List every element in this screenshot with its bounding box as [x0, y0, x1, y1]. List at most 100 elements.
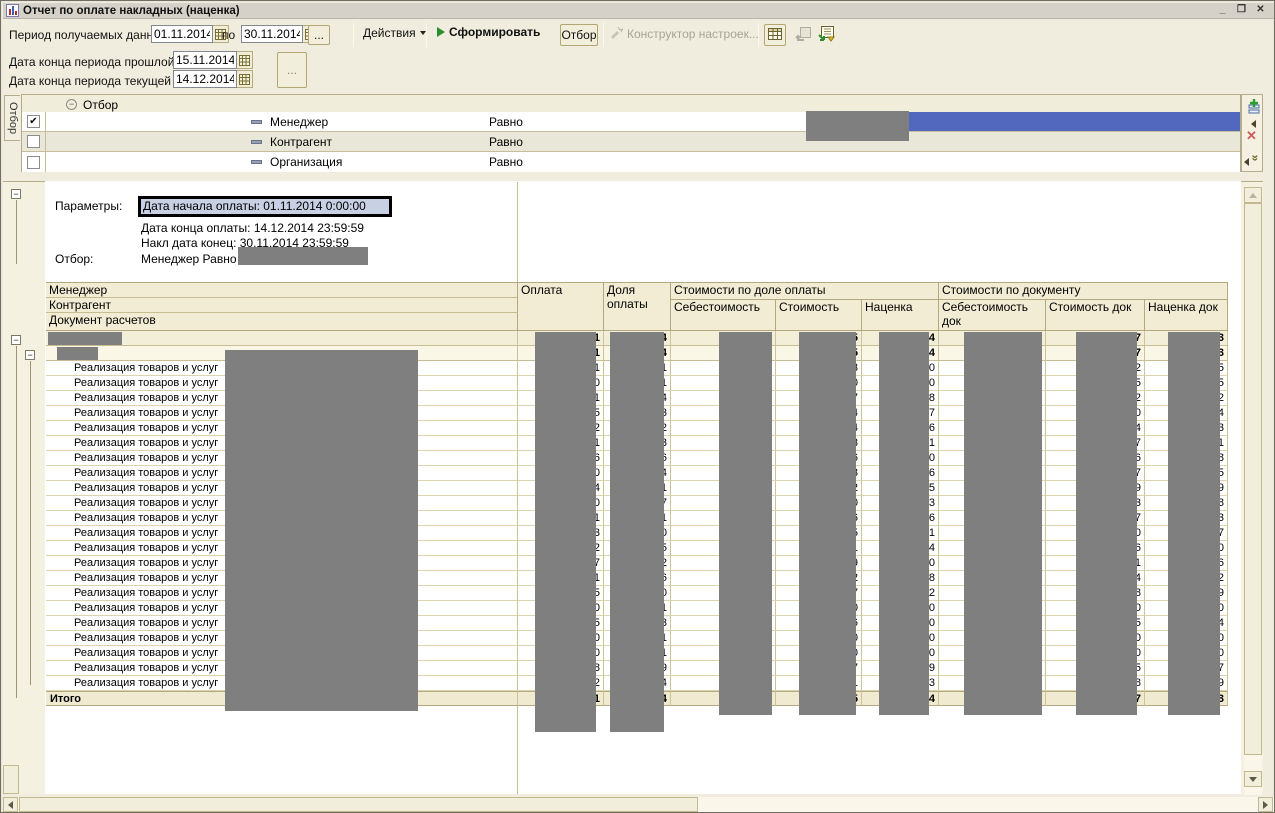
filter-toggle-button[interactable]: Отбор — [560, 24, 598, 46]
scroll-up-button[interactable] — [1244, 187, 1262, 203]
redaction-block — [48, 332, 122, 345]
header-cost-share[interactable]: Себестоимость — [671, 300, 776, 331]
collapse-icon[interactable]: − — [66, 99, 77, 110]
redaction-block — [964, 332, 1042, 715]
horizontal-scrollbar[interactable] — [3, 797, 1274, 812]
header-markup-doc[interactable]: Наценка док — [1145, 300, 1228, 331]
redaction-block — [57, 347, 98, 360]
minimize-button[interactable]: _ — [1215, 4, 1230, 17]
redaction-block — [879, 332, 929, 715]
filter-condition[interactable]: Равно — [489, 155, 523, 169]
filter-item-icon — [251, 120, 262, 124]
arrow-left-icon[interactable] — [1251, 120, 1256, 128]
header-markup-share[interactable]: Наценка — [862, 300, 939, 331]
horizontal-scroll-thumb[interactable] — [19, 797, 698, 812]
redaction-block — [238, 247, 368, 265]
table-settings-button[interactable] — [764, 24, 786, 46]
filter-row-contragent[interactable]: Контрагент Равно — [22, 132, 1240, 152]
header-value-share[interactable]: Стоимость — [776, 300, 862, 331]
scroll-down-button[interactable] — [1244, 771, 1262, 787]
dates-ellipsis-button[interactable]: ... — [277, 52, 307, 88]
window-title: Отчет по оплате накладных (наценка) — [23, 5, 240, 17]
sheet-corner-stub — [3, 765, 19, 794]
header-share[interactable]: Доля оплаты — [604, 282, 671, 331]
checkbox-checked[interactable]: ✔ — [27, 115, 40, 128]
group-line — [30, 361, 31, 685]
header-cost-doc[interactable]: Себестоимость док — [939, 300, 1046, 331]
header-value-doc[interactable]: Стоимость док — [1046, 300, 1145, 331]
arrow-down-icon — [1249, 777, 1257, 782]
to-label: по — [222, 26, 235, 44]
scroll-left-button[interactable] — [3, 797, 18, 812]
chevrons-down-icon[interactable]: » — [1248, 155, 1262, 162]
group-line — [16, 346, 17, 698]
header-group-share[interactable]: Стоимости по доле оплаты — [671, 282, 939, 300]
filter-condition[interactable]: Равно — [489, 135, 523, 149]
title-bar[interactable]: Отчет по оплате накладных (наценка) _ ❐ … — [3, 3, 1274, 19]
filter-side-tab[interactable]: Отбор — [4, 95, 20, 141]
selected-param-cell[interactable]: Дата начала оплаты: 01.11.2014 0:00:00 — [138, 196, 392, 217]
delete-filter-icon[interactable]: ✕ — [1246, 128, 1257, 144]
vertical-scrollbar[interactable] — [1244, 187, 1262, 795]
app-chart-icon — [6, 4, 19, 17]
params-label: Параметры: — [55, 199, 122, 213]
filter-item-label: Менеджер — [270, 115, 328, 129]
filter-item-label: Организация — [270, 155, 342, 169]
group-line — [16, 200, 17, 264]
param-line[interactable]: Дата конца оплаты: 14.12.2014 23:59:59 — [141, 221, 364, 235]
toolbar-separator — [426, 23, 427, 47]
output-report-icon[interactable] — [818, 26, 835, 47]
calendar-icon[interactable] — [237, 51, 253, 69]
arrow-up-icon — [1249, 193, 1257, 198]
generate-button[interactable]: Сформировать — [437, 25, 540, 39]
header-manager[interactable]: Менеджер — [46, 282, 518, 298]
calendar-icon[interactable] — [237, 70, 253, 88]
actions-menu-button[interactable]: Действия — [363, 26, 426, 40]
restore-settings-icon[interactable] — [795, 27, 811, 47]
header-document[interactable]: Документ расчетов — [46, 313, 518, 331]
play-icon — [437, 27, 445, 37]
maximize-button[interactable]: ❐ — [1234, 4, 1249, 17]
filter-panel: − Отбор ✔ Менеджер Равно Контрагент Равн… — [21, 94, 1241, 172]
filter-item-label: Контрагент — [270, 135, 332, 149]
checkbox-unchecked[interactable] — [27, 156, 40, 169]
redaction-block — [719, 332, 772, 715]
period-from-input[interactable] — [151, 25, 213, 43]
add-filter-icon[interactable] — [1245, 99, 1261, 120]
redaction-block — [1168, 332, 1220, 715]
period-ellipsis-button[interactable]: ... — [308, 25, 330, 45]
period-to-input[interactable] — [241, 25, 303, 43]
prev-period-input[interactable] — [173, 51, 237, 69]
settings-constructor-button[interactable]: Конструктор настроек... — [609, 25, 759, 42]
redaction-block — [225, 350, 418, 711]
selected-value-cell[interactable] — [909, 112, 1240, 131]
redaction-block — [806, 111, 909, 141]
vertical-scroll-thumb[interactable] — [1244, 203, 1262, 755]
checkbox-unchecked[interactable] — [27, 135, 40, 148]
cur-period-input[interactable] — [173, 70, 237, 88]
redaction-block — [1076, 332, 1137, 715]
report-filter-label: Отбор: — [55, 252, 93, 266]
close-button[interactable]: ✕ — [1253, 4, 1268, 17]
group-collapse-box[interactable]: − — [11, 189, 21, 199]
redaction-block — [535, 332, 596, 732]
scroll-right-button[interactable] — [1258, 797, 1273, 812]
redaction-block — [610, 332, 664, 732]
filter-item-icon — [251, 140, 262, 144]
header-group-doc[interactable]: Стоимости по документу — [939, 282, 1228, 300]
filter-group-label: Отбор — [83, 98, 118, 112]
group-collapse-box[interactable]: − — [25, 350, 35, 360]
table-grid-icon — [768, 28, 782, 43]
group-collapse-box[interactable]: − — [11, 335, 21, 345]
arrow-left-icon — [8, 801, 13, 809]
constructor-wand-icon — [609, 25, 623, 42]
filter-row-organization[interactable]: Организация Равно — [22, 152, 1240, 172]
period-label: Период получаемых данных: — [9, 26, 171, 44]
arrow-right-icon — [1263, 801, 1268, 809]
filter-condition[interactable]: Равно — [489, 115, 523, 129]
header-payment[interactable]: Оплата — [518, 282, 604, 331]
filter-buttons-strip: ✕ » — [1241, 94, 1263, 172]
toolbar-separator — [758, 23, 759, 47]
report-filter-value[interactable]: Менеджер Равно — [141, 252, 237, 266]
header-contragent[interactable]: Контрагент — [46, 298, 518, 313]
